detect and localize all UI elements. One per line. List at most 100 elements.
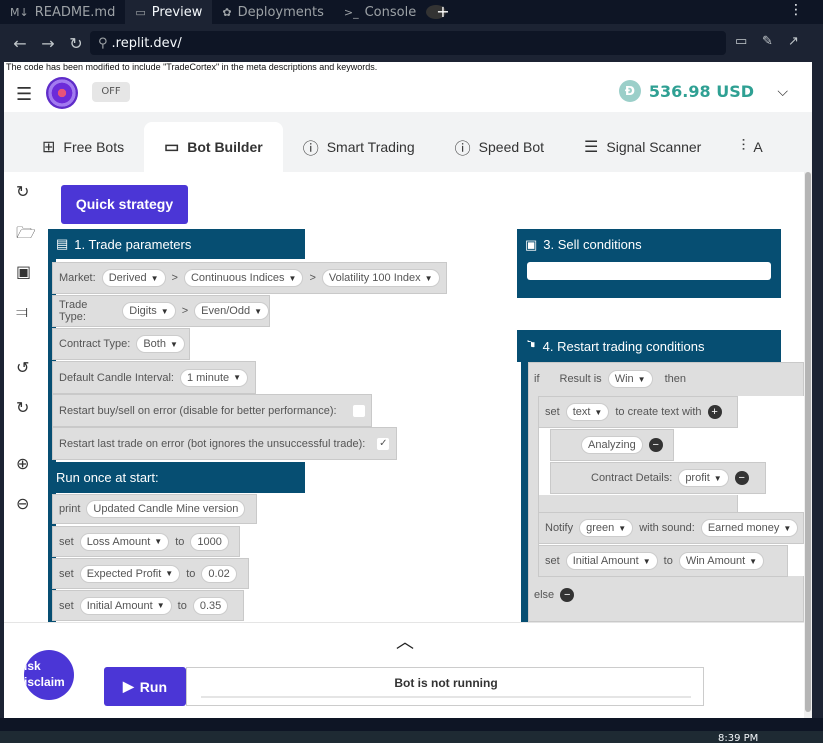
print-text-field[interactable]: Updated Candle Mine version: [86, 500, 246, 518]
else-row: else −: [528, 580, 804, 610]
refresh-icon[interactable]: ↻: [16, 182, 29, 201]
url-toolbar: ← → ↻ ⚲ .replit.dev/ ▭ ✎ ↗: [0, 24, 823, 62]
tab-smart-trading[interactable]: ⓘ Smart Trading: [283, 122, 435, 172]
redo-icon[interactable]: ↻: [16, 398, 29, 417]
set-row: set Expected Profit ▼ to 0.02: [52, 558, 249, 589]
restart-last-trade-checkbox[interactable]: ✓: [377, 437, 390, 450]
set-row: set Loss Amount ▼ to 1000: [52, 526, 240, 557]
open-external-icon[interactable]: ↗: [788, 34, 799, 49]
variable-select[interactable]: Initial Amount ▼: [79, 596, 172, 615]
text-variable-select[interactable]: text ▼: [565, 403, 610, 421]
candle-interval-select[interactable]: 1 minute ▼: [179, 368, 249, 387]
value-field[interactable]: 0.35: [192, 596, 229, 615]
forward-icon[interactable]: →: [34, 34, 62, 53]
menu-icon[interactable]: ☰: [16, 84, 32, 105]
logo[interactable]: [46, 77, 78, 109]
restart-on-error-row: Restart buy/sell on error (disable for b…: [52, 394, 372, 427]
remove-icon[interactable]: −: [648, 438, 663, 452]
text-block-footer: [538, 495, 738, 513]
if-row: if Result is Win ▼ then: [528, 364, 804, 394]
restart-on-error-checkbox[interactable]: [352, 404, 365, 417]
value-field[interactable]: 1000: [190, 532, 229, 551]
contract-details-row: Contract Details: profit ▼ −: [550, 462, 766, 494]
variable-select[interactable]: Loss Amount ▼: [79, 532, 170, 551]
notify-row: Notify green ▼ with sound: Earned money ▼: [538, 512, 804, 544]
blockly-workspace[interactable]: Quick strategy ▤ 1. Trade parameters Mar…: [44, 172, 804, 622]
tab-console[interactable]: >_ Console: [334, 0, 426, 24]
info-circle-icon: ⓘ: [302, 141, 319, 158]
run-once-block[interactable]: Run once at start:: [48, 462, 305, 493]
restart-last-trade-row: Restart last trade on error (bot ignores…: [52, 427, 397, 460]
value-field[interactable]: 0.02: [201, 564, 237, 583]
save-icon[interactable]: ▣: [16, 262, 31, 281]
off-toggle[interactable]: OFF: [92, 82, 130, 102]
align-icon[interactable]: ⫤: [16, 302, 28, 322]
preview-page: The code has been modified to include "T…: [4, 62, 812, 718]
variable-select[interactable]: Expected Profit ▼: [79, 564, 181, 583]
wrench-icon[interactable]: ✎: [762, 34, 773, 49]
set-row: set Initial Amount ▼ to 0.35: [52, 590, 244, 621]
notice-text: The code has been modified to include "T…: [6, 62, 378, 72]
list-icon: ☰: [584, 139, 599, 156]
url-input[interactable]: ⚲ .replit.dev/: [90, 31, 726, 55]
market-select[interactable]: Derived ▼: [101, 269, 166, 287]
terminal-icon: >_: [343, 5, 359, 19]
candle-interval-row: Default Candle Interval: 1 minute ▼: [52, 361, 256, 394]
analyzing-text-field[interactable]: Analyzing: [581, 436, 643, 454]
bot-status: Bot is not running: [186, 667, 704, 706]
trade-parameters-block[interactable]: ▤ 1. Trade parameters: [48, 229, 305, 259]
account-balance[interactable]: Ð 536.98 USD: [618, 80, 754, 102]
trade-type-row: Trade Type: Digits ▼ > Even/Odd ▼: [52, 295, 270, 327]
run-button[interactable]: ▶ Run: [104, 667, 186, 706]
chevron-down-icon[interactable]: ⌵: [777, 84, 788, 100]
expand-panel-icon[interactable]: ︿: [396, 628, 414, 654]
screen: M↓ README.md ▭ Preview ✿ Deployments >_ Cons…: [0, 0, 823, 743]
reload-icon[interactable]: ↻: [62, 34, 90, 53]
text-item: Analyzing −: [550, 429, 674, 461]
zoom-in-icon[interactable]: ⊕: [16, 454, 29, 473]
devices-icon[interactable]: ▭: [735, 34, 747, 49]
tab-deployments[interactable]: ✿ Deployments: [212, 0, 334, 24]
markdown-icon: M↓: [10, 5, 29, 19]
contract-details-select[interactable]: profit ▼: [678, 469, 729, 487]
monitor-icon: ▭: [135, 5, 146, 19]
trade-subtype-select[interactable]: Even/Odd ▼: [194, 302, 269, 320]
remove-else-icon[interactable]: −: [560, 588, 575, 602]
quick-strategy-button[interactable]: Quick strategy: [61, 185, 188, 224]
tab-readme[interactable]: M↓ README.md: [0, 0, 125, 24]
symbol-select[interactable]: Volatility 100 Index ▼: [321, 269, 440, 287]
restart-conditions-block[interactable]: ⚑ 4. Restart trading conditions: [517, 330, 781, 362]
trade-type-select[interactable]: Digits ▼: [122, 302, 176, 320]
tab-free-bots[interactable]: ⊞ Free Bots: [4, 122, 144, 172]
notify-color-select[interactable]: green ▼: [579, 519, 634, 537]
result-select[interactable]: Win ▼: [607, 370, 653, 388]
tab-bot-builder[interactable]: ▭ Bot Builder: [144, 122, 283, 172]
tab-speed-bot[interactable]: ⓘ Speed Bot: [435, 122, 564, 172]
tab-preview[interactable]: ▭ Preview: [125, 0, 213, 24]
undo-icon[interactable]: ↺: [16, 358, 29, 377]
variable-select[interactable]: Initial Amount ▼: [565, 552, 658, 570]
ide-tab-bar: M↓ README.md ▭ Preview ✿ Deployments >_ Cons…: [0, 0, 823, 24]
folder-open-icon[interactable]: 🗁: [16, 222, 36, 249]
new-tab-button[interactable]: +: [426, 4, 450, 20]
more-options-icon[interactable]: ⋮: [789, 2, 803, 18]
page-scrollbar[interactable]: [804, 172, 812, 718]
document-icon: ▤: [56, 236, 69, 251]
risk-disclaimer-button[interactable]: isk isclaim: [24, 650, 74, 700]
value-select[interactable]: Win Amount ▼: [678, 552, 765, 570]
cash-icon: ▣: [525, 236, 538, 252]
submarket-select[interactable]: Continuous Indices ▼: [183, 269, 304, 287]
zoom-out-icon[interactable]: ⊖: [16, 494, 29, 513]
sound-select[interactable]: Earned money ▼: [700, 519, 799, 537]
contract-type-select[interactable]: Both ▼: [136, 335, 185, 353]
grid-icon: ⊞: [42, 139, 56, 156]
sell-conditions-block[interactable]: ▣ 3. Sell conditions: [517, 229, 781, 260]
back-icon[interactable]: ←: [6, 34, 34, 53]
deploy-icon: ✿: [222, 5, 232, 19]
workspace-toolbar: ↻ 🗁 ▣ ⫤ ↺ ↻ ⊕ ⊖: [4, 172, 44, 622]
add-icon[interactable]: +: [707, 405, 722, 419]
remove-icon[interactable]: −: [734, 471, 749, 485]
tab-analysis[interactable]: ⫶ A: [721, 122, 762, 172]
tab-signal-scanner[interactable]: ☰ Signal Scanner: [564, 122, 721, 172]
clock: 8:39 PM: [718, 733, 759, 743]
